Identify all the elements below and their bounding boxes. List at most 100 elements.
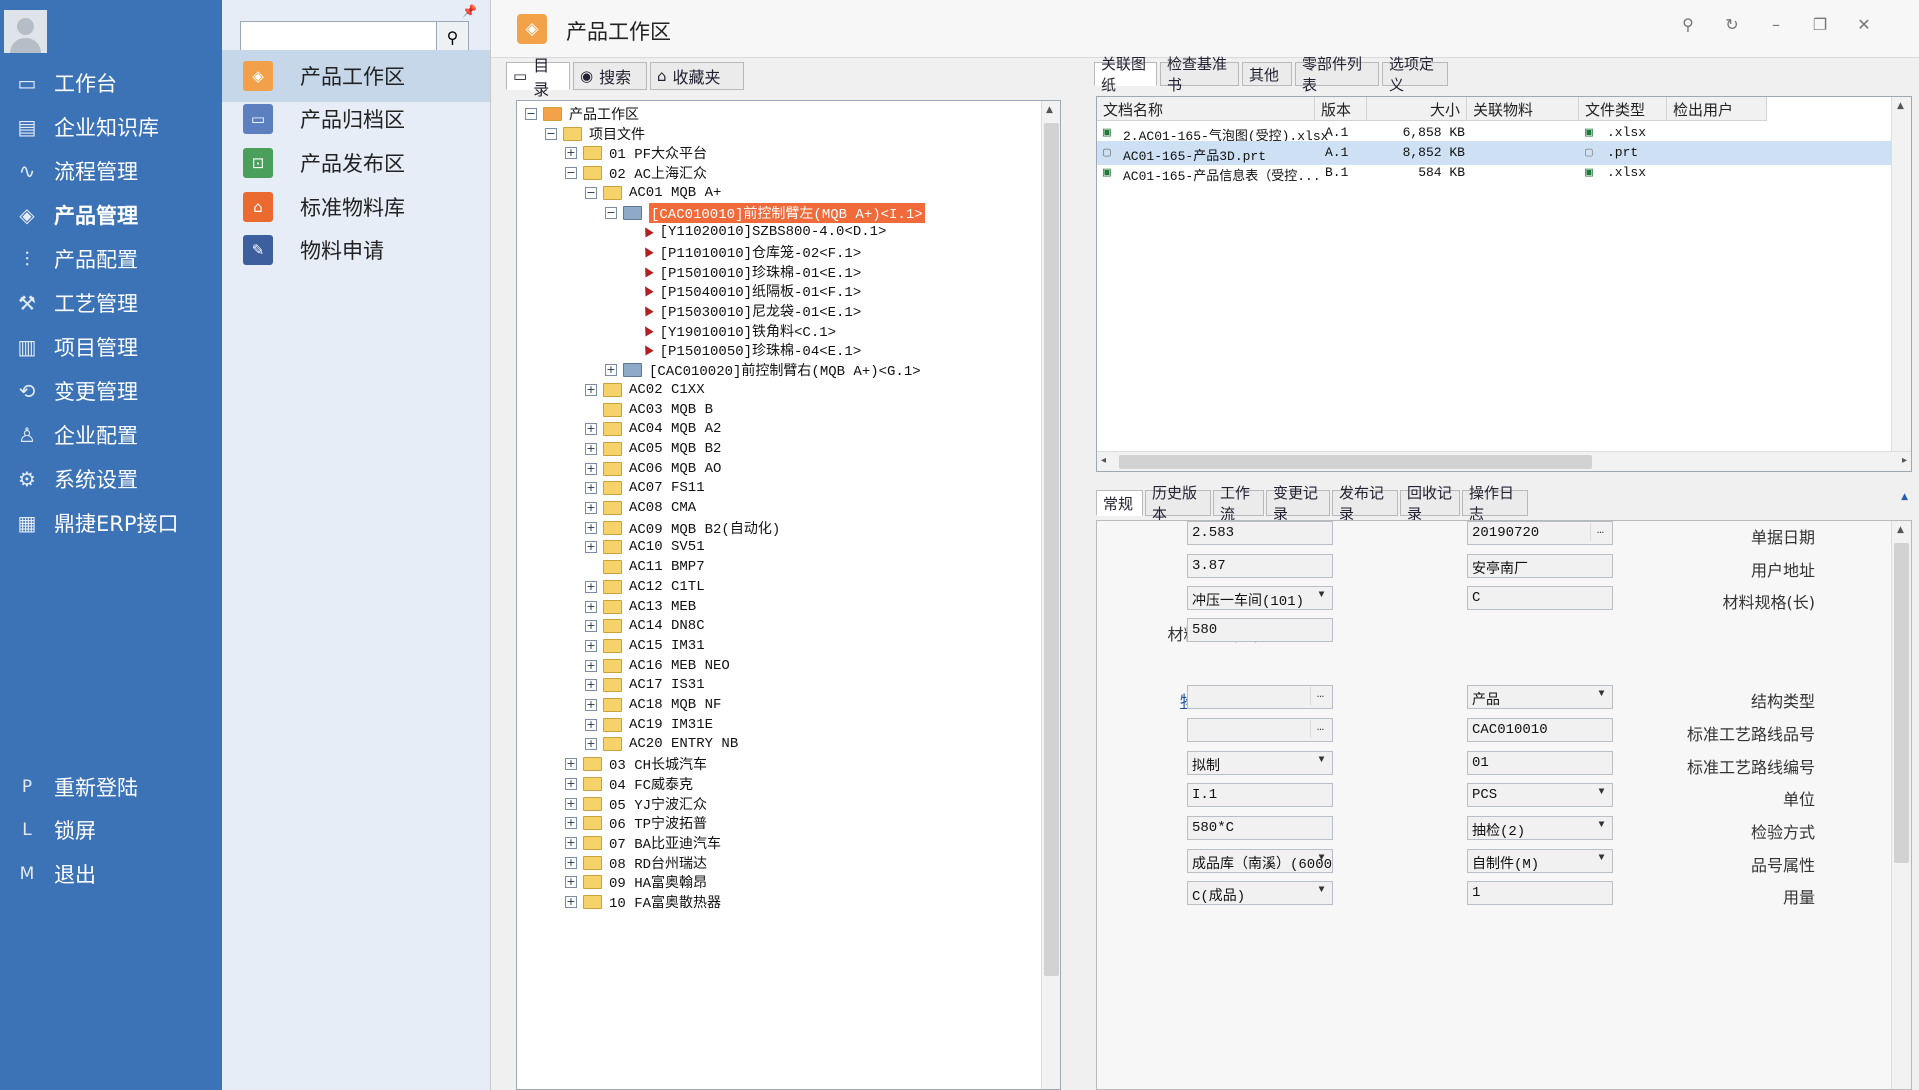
nav-item-7[interactable]: ⟲ 变更管理 — [0, 368, 222, 414]
tab-directory[interactable]: ▭ 目录 — [506, 56, 570, 99]
chevron-down-icon[interactable]: ▼ — [1313, 885, 1330, 901]
collapse-icon[interactable]: − — [525, 108, 537, 120]
tree-node[interactable]: + AC12 C1TL — [585, 576, 705, 598]
net-field[interactable]: 2.583 — [1187, 521, 1333, 545]
expand-icon[interactable]: + — [585, 679, 597, 692]
column-header[interactable]: 版本 — [1315, 97, 1367, 121]
routeno-field[interactable]: 01 — [1467, 751, 1613, 775]
tree-node[interactable]: +03 CH长城汽车 — [565, 753, 707, 775]
tree-node[interactable]: + AC10 SV51 — [585, 536, 705, 558]
expand-icon[interactable]: + — [585, 699, 597, 711]
collapse-icon[interactable]: − — [545, 127, 557, 140]
tab-doc-2[interactable]: 其他 — [1242, 62, 1292, 86]
date-field[interactable]: 20190720… — [1467, 521, 1613, 545]
nav-bottom-item-1[interactable]: L 锁屏 — [0, 807, 222, 853]
tree-node[interactable]: − 项目文件 — [545, 123, 645, 145]
tree-node[interactable]: + AC15 IM31 — [585, 635, 705, 657]
tab-detail-5[interactable]: 回收记录 — [1400, 484, 1460, 523]
table-hscroll[interactable]: ◂ ▸ — [1097, 451, 1911, 471]
chevron-down-icon[interactable]: ▼ — [1313, 590, 1330, 606]
tree-node[interactable]: ▲ [Y19010010]铁角料<C.1> — [625, 320, 836, 342]
minimize-button[interactable]: – — [1764, 15, 1788, 39]
column-header[interactable]: 文件类型 — [1579, 97, 1667, 121]
drawpath-field[interactable]: … — [1187, 718, 1333, 742]
nav-item-10[interactable]: ▦ 鼎捷ERP接口 — [0, 500, 222, 546]
expand-icon[interactable]: + — [585, 423, 597, 436]
tree-node[interactable]: + AC09 MQB B2(自动化) — [585, 517, 780, 539]
nav-item-9[interactable]: ⚙ 系统设置 — [0, 456, 222, 502]
collapse-icon[interactable]: − — [605, 206, 617, 219]
subnav-item-4[interactable]: ✎ 物料申请 — [222, 224, 490, 276]
ver-field[interactable]: I.1 — [1187, 783, 1333, 807]
tab-detail-1[interactable]: 历史版本 — [1145, 484, 1211, 523]
addr-field[interactable]: 安亭南厂 — [1467, 554, 1613, 578]
tab-favorites[interactable]: ⌂ 收藏夹 — [650, 62, 744, 90]
expand-icon[interactable]: + — [585, 659, 597, 672]
nav-item-6[interactable]: ▥ 项目管理 — [0, 324, 222, 370]
cons-field[interactable]: 3.87 — [1187, 554, 1333, 578]
tree-node[interactable]: + AC13 MEB — [585, 596, 696, 618]
tab-search[interactable]: ◉ 搜索 — [573, 62, 647, 90]
tree-node[interactable]: + AC02 C1XX — [585, 379, 705, 401]
tab-doc-0[interactable]: 关联图纸 — [1094, 55, 1157, 94]
expand-icon[interactable]: + — [585, 442, 597, 455]
chevron-down-icon[interactable]: ▼ — [1313, 853, 1330, 869]
usage-field[interactable]: 1 — [1467, 881, 1613, 905]
chevron-down-icon[interactable]: ▼ — [1593, 853, 1610, 869]
tree-node[interactable]: ▲ [P15010050]珍珠棉-04<E.1> — [625, 339, 861, 361]
tab-detail-3[interactable]: 变更记录 — [1266, 484, 1330, 523]
scroll-right-icon[interactable]: ▸ — [1902, 455, 1907, 466]
tree-node[interactable]: +06 TP宁波拓普 — [565, 812, 707, 834]
nav-item-8[interactable]: ♙ 企业配置 — [0, 412, 222, 458]
form-scrollbar[interactable]: ▲ — [1891, 521, 1911, 1089]
tab-detail-4[interactable]: 发布记录 — [1332, 484, 1398, 523]
nav-item-0[interactable]: ▭ 工作台 — [0, 60, 222, 106]
column-header[interactable]: 检出用户 — [1667, 97, 1767, 121]
expand-icon[interactable]: + — [565, 758, 577, 771]
tree-node[interactable]: AC03 MQB B — [585, 399, 713, 421]
expand-icon[interactable]: + — [565, 876, 577, 889]
ellipsis-button[interactable]: … — [1310, 687, 1330, 705]
wh-field[interactable]: 成品库（南溪）(6000 ▼ — [1187, 849, 1333, 873]
tree-node[interactable]: + AC05 MQB B2 — [585, 438, 721, 460]
collapse-icon[interactable]: − — [565, 167, 577, 180]
tab-detail-6[interactable]: 操作日志 — [1462, 484, 1528, 523]
tree-node[interactable]: +05 YJ宁波汇众 — [565, 793, 707, 815]
chevron-down-icon[interactable]: ▼ — [1313, 755, 1330, 771]
expand-icon[interactable]: + — [585, 462, 597, 475]
tree-scrollbar-thumb[interactable] — [1044, 123, 1059, 976]
collapse-icon[interactable]: − — [585, 186, 597, 199]
expand-icon[interactable]: + — [565, 836, 577, 849]
route-field[interactable]: CAC010010 — [1467, 718, 1613, 742]
expand-icon[interactable]: + — [585, 482, 597, 495]
tree-node[interactable]: ▲ [P15010010]珍珠棉-01<E.1> — [625, 261, 861, 283]
tree-node[interactable]: + AC07 FS11 — [585, 477, 705, 499]
expand-icon[interactable]: + — [585, 639, 597, 652]
expand-icon[interactable]: + — [585, 580, 597, 593]
tab-doc-1[interactable]: 检查基准书 — [1160, 55, 1239, 94]
refresh-icon[interactable]: ↻ — [1720, 15, 1744, 39]
chevron-down-icon[interactable]: ▼ — [1593, 689, 1610, 705]
ellipsis-button[interactable]: … — [1310, 720, 1330, 738]
insp-field[interactable]: 抽检(2) ▼ — [1467, 816, 1613, 840]
expand-icon[interactable]: + — [565, 147, 577, 160]
tree-node[interactable]: + AC16 MEB NEO — [585, 655, 730, 677]
chevron-down-icon[interactable]: ▼ — [1593, 787, 1610, 803]
expand-icon[interactable]: + — [565, 856, 577, 869]
tree-node[interactable]: +08 RD台州瑞达 — [565, 852, 707, 874]
tree-node[interactable]: + [CAC010020]前控制臂右(MQB A+)<G.1> — [605, 359, 921, 381]
nav-item-1[interactable]: ▤ 企业知识库 — [0, 104, 222, 150]
tree-scrollbar[interactable]: ▲ — [1041, 101, 1060, 1089]
tree-node[interactable]: + AC04 MQB A2 — [585, 418, 721, 440]
tree-node[interactable]: ▲ [P15040010]纸隔板-01<F.1> — [625, 280, 861, 302]
column-header[interactable]: 大小 — [1367, 97, 1467, 121]
zoom-icon[interactable]: ⚲ — [1676, 15, 1700, 39]
expand-icon[interactable]: + — [585, 738, 597, 751]
chevron-down-icon[interactable]: ▼ — [1593, 820, 1610, 836]
search-button[interactable]: ⚲ — [436, 22, 468, 53]
tree-node[interactable]: − 02 AC上海汇众 — [565, 162, 707, 184]
tree-node[interactable]: + AC06 MQB AO — [585, 458, 721, 480]
scroll-left-icon[interactable]: ◂ — [1101, 455, 1106, 466]
tree-node[interactable]: ▲ [P11010010]仓库笼-02<F.1> — [625, 241, 861, 263]
tab-detail-0[interactable]: 常规 — [1096, 490, 1143, 516]
